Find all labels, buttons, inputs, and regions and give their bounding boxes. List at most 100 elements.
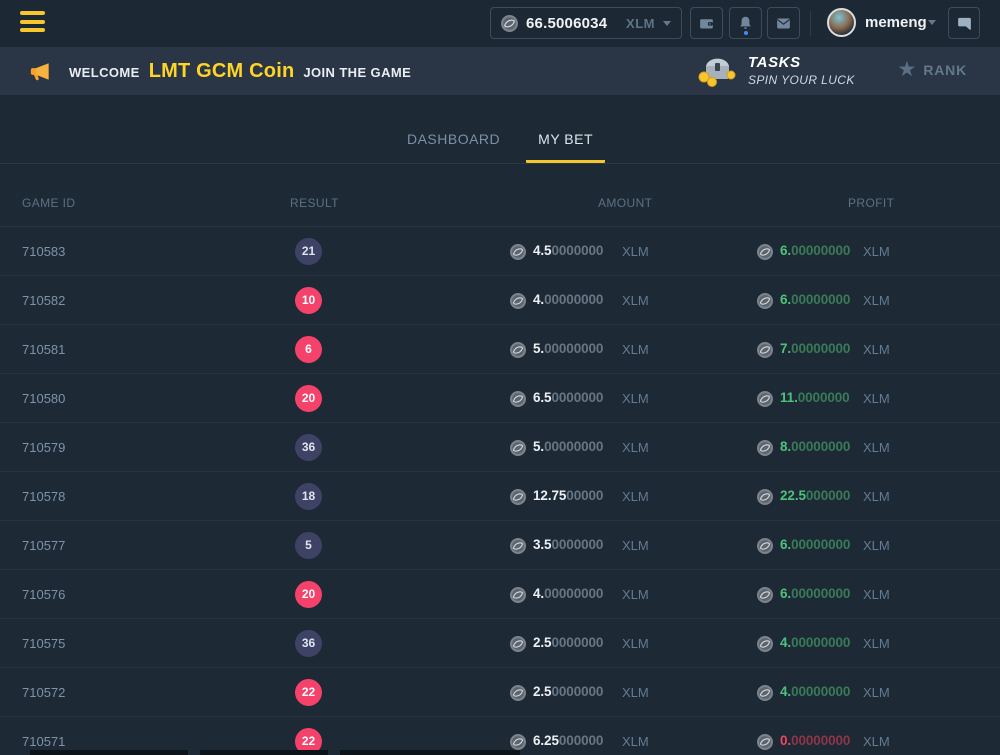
profit-zeros: 00000000 bbox=[791, 733, 850, 748]
amount-currency: XLM bbox=[622, 489, 649, 504]
avatar[interactable] bbox=[827, 8, 856, 37]
profit-currency: XLM bbox=[863, 538, 890, 553]
amount-currency: XLM bbox=[622, 538, 649, 553]
coin-name: LMT GCM Coin bbox=[149, 60, 295, 83]
profit-currency: XLM bbox=[863, 489, 890, 504]
top-bar: 66.5006034 XLM memeng bbox=[0, 0, 1000, 47]
game-id: 710572 bbox=[22, 685, 65, 700]
amount-currency: XLM bbox=[622, 440, 649, 455]
amount-currency: XLM bbox=[622, 342, 649, 357]
xlm-coin-icon bbox=[757, 391, 773, 407]
xlm-coin-icon bbox=[757, 440, 773, 456]
menu-icon[interactable] bbox=[20, 11, 46, 37]
table-row: 710580 20 6.50000000 XLM 11.0000000 bbox=[0, 374, 1000, 423]
rank-widget[interactable]: ★ RANK bbox=[898, 60, 967, 80]
tasks-title: TASKS bbox=[748, 54, 855, 71]
xlm-coin-icon bbox=[510, 342, 526, 358]
profit-currency: XLM bbox=[863, 734, 890, 749]
xlm-coin-icon bbox=[757, 685, 773, 701]
wallet-button[interactable] bbox=[690, 7, 723, 39]
game-id: 710575 bbox=[22, 636, 65, 651]
amount-main: 6.5 bbox=[533, 390, 551, 405]
amount-main: 3.5 bbox=[533, 537, 551, 552]
tasks-widget[interactable]: TASKS SPIN YOUR LUCK bbox=[698, 51, 855, 89]
amount-main: 5. bbox=[533, 439, 544, 454]
xlm-coin-icon bbox=[510, 244, 526, 260]
xlm-coin-icon bbox=[501, 15, 518, 32]
xlm-coin-icon bbox=[510, 489, 526, 505]
amount-zeros: 0000000 bbox=[551, 684, 603, 699]
column-profit: PROFIT bbox=[848, 196, 894, 210]
table-row: 710582 10 4.00000000 XLM 6.00000000 bbox=[0, 276, 1000, 325]
tasks-subtitle: SPIN YOUR LUCK bbox=[748, 73, 855, 87]
wallet-icon bbox=[698, 15, 715, 32]
xlm-coin-icon bbox=[510, 538, 526, 554]
banner-text: WELCOME LMT GCM Coin JOIN THE GAME bbox=[69, 60, 411, 83]
amount-main: 2.5 bbox=[533, 684, 551, 699]
tab-my-bet[interactable]: MY BET bbox=[526, 121, 605, 163]
xlm-coin-icon bbox=[510, 391, 526, 407]
profit-main: 6. bbox=[780, 243, 791, 258]
profit-main: 6. bbox=[780, 537, 791, 552]
amount-main: 12.75 bbox=[533, 488, 566, 503]
xlm-coin-icon bbox=[757, 734, 773, 750]
result-badge: 21 bbox=[295, 238, 322, 265]
profit-zeros: 00000000 bbox=[791, 243, 850, 258]
tab-bar: DASHBOARD MY BET bbox=[0, 95, 1000, 164]
profit-currency: XLM bbox=[863, 636, 890, 651]
treasure-chest-icon bbox=[698, 51, 738, 89]
amount-main: 6.25 bbox=[533, 733, 559, 748]
profit-zeros: 00000000 bbox=[791, 684, 850, 699]
column-result: RESULT bbox=[290, 196, 339, 210]
game-id: 710582 bbox=[22, 293, 65, 308]
xlm-coin-icon bbox=[757, 489, 773, 505]
game-id: 710583 bbox=[22, 244, 65, 259]
profit-currency: XLM bbox=[863, 440, 890, 455]
result-badge: 6 bbox=[295, 336, 322, 363]
column-game-id: GAME ID bbox=[22, 196, 75, 210]
chevron-down-icon[interactable] bbox=[928, 20, 936, 25]
amount-main: 4.5 bbox=[533, 243, 551, 258]
xlm-coin-icon bbox=[757, 538, 773, 554]
xlm-coin-icon bbox=[757, 293, 773, 309]
mail-icon bbox=[775, 15, 792, 32]
balance-selector[interactable]: 66.5006034 XLM bbox=[490, 7, 682, 39]
profit-main: 7. bbox=[780, 341, 791, 356]
welcome-label: WELCOME bbox=[69, 65, 140, 80]
table-row: 710572 22 2.50000000 XLM 4.00000000 bbox=[0, 668, 1000, 717]
game-id: 710580 bbox=[22, 391, 65, 406]
amount-zeros: 00000 bbox=[566, 488, 603, 503]
tab-dashboard[interactable]: DASHBOARD bbox=[395, 121, 512, 163]
username[interactable]: memeng bbox=[865, 14, 927, 31]
amount-zeros: 000000 bbox=[559, 733, 603, 748]
xlm-coin-icon bbox=[510, 636, 526, 652]
profit-main: 0. bbox=[780, 733, 791, 748]
amount-zeros: 0000000 bbox=[551, 537, 603, 552]
join-label: JOIN THE GAME bbox=[303, 65, 411, 80]
welcome-banner: WELCOME LMT GCM Coin JOIN THE GAME TASKS… bbox=[0, 47, 1000, 95]
profit-currency: XLM bbox=[863, 342, 890, 357]
xlm-coin-icon bbox=[757, 636, 773, 652]
chat-button[interactable] bbox=[948, 7, 980, 39]
xlm-coin-icon bbox=[757, 244, 773, 260]
amount-currency: XLM bbox=[622, 636, 649, 651]
amount-zeros: 0000000 bbox=[551, 243, 603, 258]
amount-zeros: 0000000 bbox=[551, 390, 603, 405]
amount-main: 4. bbox=[533, 586, 544, 601]
bell-icon bbox=[737, 15, 754, 32]
profit-main: 8. bbox=[780, 439, 791, 454]
messages-button[interactable] bbox=[767, 7, 800, 39]
table-row: 710581 6 5.00000000 XLM 7.00000000 bbox=[0, 325, 1000, 374]
amount-zeros: 00000000 bbox=[544, 586, 603, 601]
amount-main: 5. bbox=[533, 341, 544, 356]
notifications-button[interactable] bbox=[729, 7, 762, 39]
result-badge: 36 bbox=[295, 630, 322, 657]
amount-currency: XLM bbox=[622, 685, 649, 700]
game-id: 710577 bbox=[22, 538, 65, 553]
amount-main: 4. bbox=[533, 292, 544, 307]
chevron-down-icon bbox=[663, 21, 671, 26]
table-row: 710579 36 5.00000000 XLM 8.00000000 bbox=[0, 423, 1000, 472]
balance-currency: XLM bbox=[626, 16, 655, 31]
table-row: 710577 5 3.50000000 XLM 6.00000000 bbox=[0, 521, 1000, 570]
profit-zeros: 00000000 bbox=[791, 635, 850, 650]
